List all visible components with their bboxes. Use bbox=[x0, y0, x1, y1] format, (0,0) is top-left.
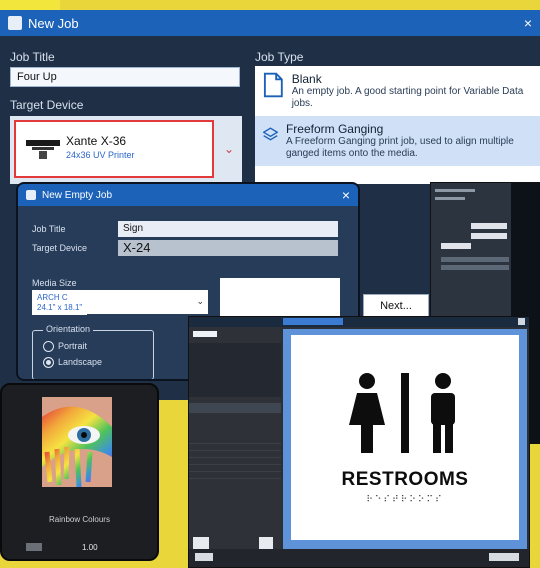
layers-list[interactable] bbox=[189, 343, 281, 397]
panel-section-header bbox=[189, 403, 281, 413]
chevron-down-icon[interactable]: ⌄ bbox=[224, 142, 234, 156]
panel-field[interactable] bbox=[441, 243, 471, 249]
portrait-label: Portrait bbox=[58, 341, 88, 351]
media-size-label: Media Size bbox=[32, 278, 77, 288]
target-device-label: Target Device bbox=[10, 98, 84, 112]
target-device-label: Target Device bbox=[32, 243, 88, 253]
close-icon[interactable]: × bbox=[524, 15, 532, 31]
properties-rows bbox=[189, 437, 281, 497]
panel-text-line bbox=[435, 189, 475, 192]
zoom-field[interactable] bbox=[195, 553, 213, 561]
thumbnail-caption: Rainbow Colours bbox=[49, 515, 110, 524]
toolbar-tools[interactable] bbox=[283, 318, 343, 325]
editor-side-panel bbox=[189, 327, 281, 567]
target-device-panel: Xante X-36 24x36 UV Printer ⌄ bbox=[10, 116, 242, 184]
media-size-select[interactable]: ARCH C 24.1" x 18.1" ⌄ bbox=[32, 290, 208, 315]
device-name: Xante X-36 bbox=[66, 134, 127, 148]
dialog-title: New Empty Job bbox=[42, 189, 113, 201]
property-row[interactable] bbox=[189, 451, 281, 458]
thumbnail-badge bbox=[26, 543, 42, 551]
job-type-label: Job Type bbox=[255, 50, 304, 64]
dialog-titlebar: New Empty Job × bbox=[18, 184, 358, 206]
job-type-blank[interactable]: Blank An empty job. A good starting poin… bbox=[255, 66, 540, 116]
property-row[interactable] bbox=[189, 458, 281, 465]
orientation-group: Orientation Portrait Landscape bbox=[32, 324, 154, 379]
app-icon bbox=[8, 16, 22, 30]
panel-field[interactable] bbox=[441, 265, 509, 270]
panel-input[interactable] bbox=[193, 331, 217, 337]
sign-text: RESTROOMS bbox=[341, 469, 469, 490]
property-row[interactable] bbox=[189, 472, 281, 479]
printer-icon bbox=[26, 140, 60, 159]
target-device-select[interactable]: X-24 bbox=[118, 240, 338, 256]
landscape-radio[interactable]: Landscape bbox=[43, 357, 103, 369]
job-title-label: Job Title bbox=[32, 224, 66, 234]
job-type-desc: A Freeform Ganging print job, used to al… bbox=[285, 136, 514, 159]
radio-checked-icon bbox=[43, 357, 54, 369]
job-type-desc: An empty job. A good starting point for … bbox=[291, 86, 524, 109]
chevron-down-icon: ⌄ bbox=[196, 296, 204, 306]
new-job-titlebar: New Job × bbox=[0, 10, 540, 36]
editor-canvas[interactable]: RESTROOMS ⠗⠑⠎⠞⠗⠕⠕⠍⠎ bbox=[283, 329, 527, 549]
blank-document-icon bbox=[263, 72, 283, 98]
property-row[interactable] bbox=[189, 465, 281, 472]
status-button[interactable] bbox=[489, 553, 519, 561]
panel-text-line bbox=[435, 197, 465, 200]
sign-artboard[interactable]: RESTROOMS ⠗⠑⠎⠞⠗⠕⠕⠍⠎ bbox=[291, 335, 519, 540]
job-type-list: Blank An empty job. A good starting poin… bbox=[255, 66, 540, 184]
portrait-radio[interactable]: Portrait bbox=[43, 341, 88, 353]
braille-text: ⠗⠑⠎⠞⠗⠕⠕⠍⠎ bbox=[366, 495, 444, 505]
orientation-label: Orientation bbox=[43, 324, 94, 334]
job-title-input[interactable]: Four Up bbox=[10, 67, 240, 87]
image-thumbnail-card[interactable]: Rainbow Colours 1.00 bbox=[0, 383, 159, 561]
app-icon bbox=[26, 190, 36, 200]
window-title: New Job bbox=[28, 15, 79, 31]
restroom-pictogram-icon bbox=[349, 373, 455, 453]
layers-icon bbox=[263, 127, 278, 141]
panel-field[interactable] bbox=[441, 257, 509, 262]
thumbnail-count: 1.00 bbox=[82, 543, 98, 552]
media-size-dims: 24.1" x 18.1" bbox=[32, 300, 88, 315]
job-title-input[interactable]: Sign bbox=[118, 221, 338, 237]
job-type-freeform-ganging[interactable]: Freeform Ganging A Freeform Ganging prin… bbox=[255, 116, 540, 166]
property-row[interactable] bbox=[189, 444, 281, 451]
property-row[interactable] bbox=[189, 437, 281, 444]
job-type-title: Freeform Ganging bbox=[285, 122, 384, 136]
job-title-label: Job Title bbox=[10, 50, 55, 64]
target-device-selector[interactable]: Xante X-36 24x36 UV Printer bbox=[14, 120, 214, 178]
editor-statusbar bbox=[189, 549, 529, 567]
rainbow-eye-image bbox=[42, 397, 112, 487]
device-subtitle: 24x36 UV Printer bbox=[66, 150, 135, 160]
job-type-title: Blank bbox=[291, 72, 322, 86]
panel-field[interactable] bbox=[471, 223, 507, 229]
close-icon[interactable]: × bbox=[342, 187, 350, 203]
panel-field[interactable] bbox=[471, 233, 507, 239]
close-icon[interactable] bbox=[518, 318, 525, 325]
next-button[interactable]: Next... bbox=[363, 294, 429, 318]
landscape-label: Landscape bbox=[58, 357, 103, 367]
radio-icon bbox=[43, 341, 54, 353]
sign-editor-window: RESTROOMS ⠗⠑⠎⠞⠗⠕⠕⠍⠎ bbox=[188, 316, 530, 568]
editor-toolbar bbox=[189, 317, 529, 327]
